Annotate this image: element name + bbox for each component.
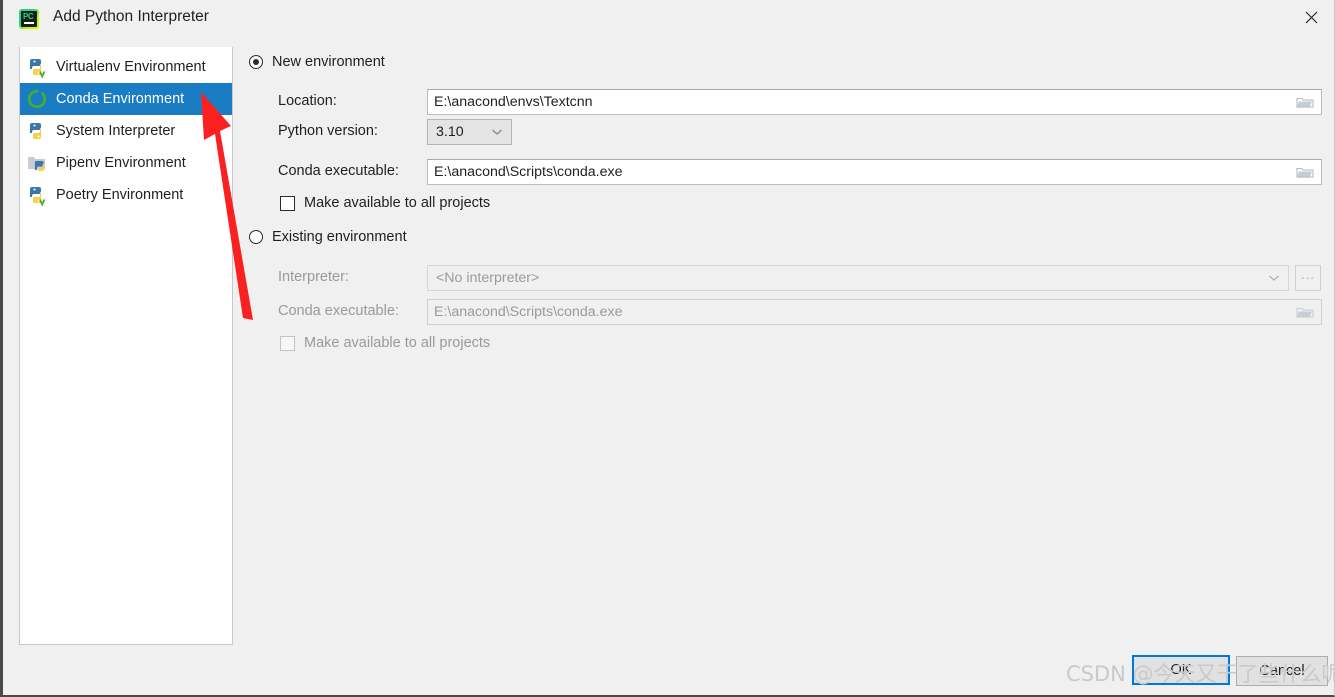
- make-available-label-existing: Make available to all projects: [304, 335, 491, 351]
- interpreter-label: Interpreter:: [278, 269, 349, 285]
- pipenv-folder-icon: [26, 152, 48, 174]
- page-title: Add Python Interpreter: [53, 8, 209, 25]
- cancel-button[interactable]: Cancel: [1236, 656, 1328, 686]
- conda-executable-value-existing: E:\anacond\Scripts\conda.exe: [434, 304, 623, 320]
- interpreter-value: <No interpreter>: [436, 270, 540, 286]
- python-virtualenv-icon: [26, 56, 48, 79]
- existing-environment-label: Existing environment: [272, 229, 407, 245]
- sidebar-item-conda-environment[interactable]: Conda Environment: [20, 83, 232, 115]
- sidebar-item-virtualenv-environment[interactable]: Virtualenv Environment: [20, 51, 232, 83]
- interpreter-settings-panel: New environment Location: E:\anacond\env…: [243, 47, 1326, 645]
- pycharm-icon: PC: [19, 9, 39, 29]
- sidebar-item-label: Pipenv Environment: [56, 155, 186, 171]
- checkbox-indicator: [280, 195, 295, 211]
- title-bar: PC Add Python Interpreter: [3, 0, 1334, 38]
- location-input[interactable]: E:\anacond\envs\Textcnn: [427, 89, 1322, 115]
- radio-indicator: [249, 55, 263, 69]
- python-version-label: Python version:: [278, 123, 378, 139]
- make-available-checkbox-new[interactable]: Make available to all projects: [280, 195, 490, 211]
- folder-icon[interactable]: [1296, 165, 1314, 179]
- chevron-down-icon: [491, 123, 505, 141]
- sidebar-item-label: Virtualenv Environment: [56, 59, 206, 75]
- python-version-dropdown[interactable]: 3.10: [427, 119, 512, 145]
- sidebar-item-pipenv-environment[interactable]: Pipenv Environment: [20, 147, 232, 179]
- conda-executable-input[interactable]: E:\anacond\Scripts\conda.exe: [427, 159, 1322, 185]
- folder-icon[interactable]: [1296, 95, 1314, 109]
- sidebar-item-label: Poetry Environment: [56, 187, 184, 203]
- make-available-checkbox-existing[interactable]: Make available to all projects: [280, 335, 490, 351]
- location-value: E:\anacond\envs\Textcnn: [434, 94, 593, 110]
- environment-type-list[interactable]: Virtualenv Environment Conda Environment…: [19, 47, 233, 645]
- new-environment-radio[interactable]: New environment: [249, 54, 385, 70]
- conda-executable-input-existing[interactable]: E:\anacond\Scripts\conda.exe: [427, 299, 1322, 325]
- conda-executable-label-existing: Conda executable:: [278, 303, 399, 319]
- sidebar-item-poetry-environment[interactable]: Poetry Environment: [20, 179, 232, 211]
- conda-executable-label: Conda executable:: [278, 163, 399, 179]
- sidebar-item-label: System Interpreter: [56, 123, 176, 139]
- existing-environment-radio[interactable]: Existing environment: [249, 229, 407, 245]
- new-environment-label: New environment: [272, 54, 385, 70]
- conda-icon: [26, 88, 48, 110]
- interpreter-browse-button[interactable]: ...: [1295, 265, 1321, 291]
- sidebar-item-label: Conda Environment: [56, 91, 185, 107]
- make-available-label: Make available to all projects: [304, 195, 491, 211]
- conda-executable-value: E:\anacond\Scripts\conda.exe: [434, 164, 623, 180]
- add-python-interpreter-dialog: PC Add Python Interpreter Virtualenv Env…: [0, 0, 1335, 697]
- ok-button[interactable]: OK: [1132, 655, 1230, 685]
- folder-icon[interactable]: [1296, 305, 1314, 319]
- sidebar-item-system-interpreter[interactable]: System Interpreter: [20, 115, 232, 147]
- radio-indicator: [249, 230, 263, 244]
- interpreter-dropdown[interactable]: <No interpreter>: [427, 265, 1289, 291]
- checkbox-indicator: [280, 335, 295, 351]
- chevron-down-icon: [1268, 269, 1282, 287]
- python-version-value: 3.10: [436, 124, 464, 140]
- python-icon: [26, 120, 48, 142]
- python-poetry-icon: [26, 184, 48, 207]
- close-icon[interactable]: [1288, 0, 1334, 34]
- location-label: Location:: [278, 93, 337, 109]
